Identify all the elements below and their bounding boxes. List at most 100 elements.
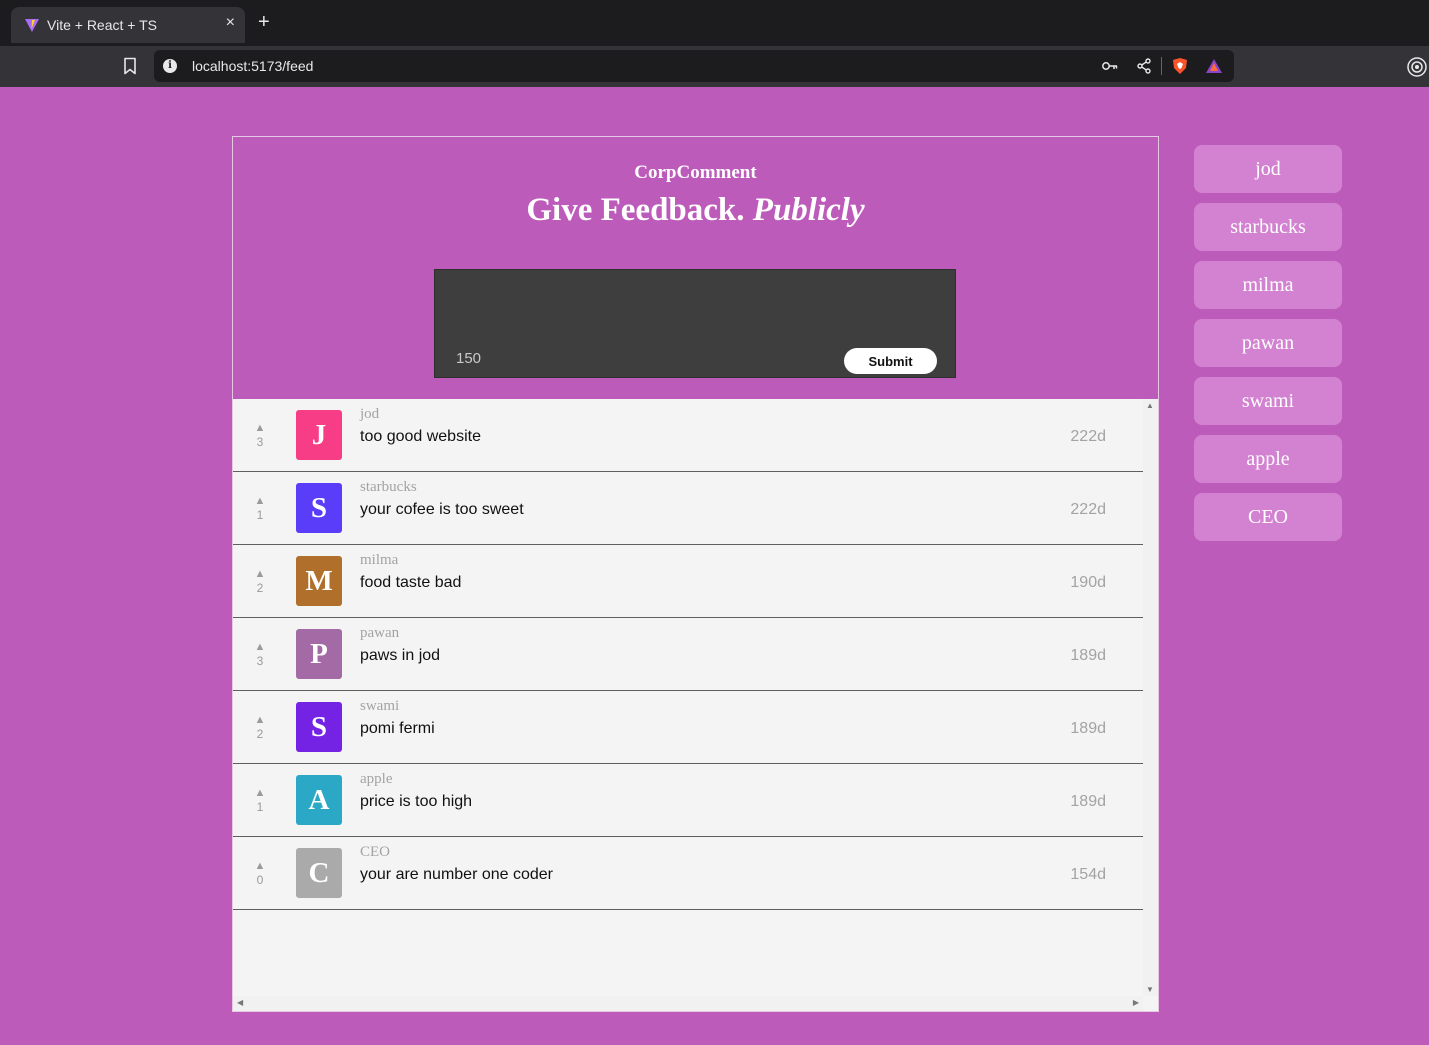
share-icon[interactable] <box>1135 57 1153 75</box>
submit-button[interactable]: Submit <box>844 348 937 374</box>
hashtag-button[interactable]: starbucks <box>1194 203 1342 251</box>
upvote-arrow-icon: ▲ <box>254 787 266 799</box>
hashtag-item: apple <box>1194 435 1342 483</box>
company-name: apple <box>360 771 393 787</box>
upvote-count: 0 <box>256 873 264 887</box>
feedback-text: your are number one coder <box>360 866 553 883</box>
feedback-textarea[interactable] <box>435 270 955 340</box>
company-name: milma <box>360 552 399 568</box>
browser-tab[interactable]: Vite + React + TS × <box>11 7 245 43</box>
vite-favicon-icon <box>25 19 39 32</box>
feedback-item[interactable]: ▲ 1 Aapple price is too high 189d <box>233 764 1143 837</box>
company-name: pawan <box>360 625 400 641</box>
upvote-arrow-icon: ▲ <box>254 568 266 580</box>
logo: CorpComment <box>634 162 757 183</box>
vpn-icon[interactable] <box>1406 56 1428 78</box>
company-badge: S <box>296 483 342 533</box>
hashtag-item: pawan <box>1194 319 1342 367</box>
feedback-list[interactable]: ▲ 3 Jjod too good website 222d ▲ 1 Sstarbucks yo… <box>233 399 1158 1011</box>
feedback-text: too good website <box>360 428 481 445</box>
hashtag-button[interactable]: CEO <box>1194 493 1342 541</box>
upvote-arrow-icon: ▲ <box>254 641 266 653</box>
days-ago: 189d <box>1070 647 1106 664</box>
upvote-count: 3 <box>256 654 264 668</box>
company-badge: J <box>296 410 342 460</box>
upvote-arrow-icon: ▲ <box>254 495 266 507</box>
upvote-count: 1 <box>256 508 264 522</box>
scroll-right-arrow-icon[interactable]: ▶ <box>1133 998 1139 1007</box>
feedback-item[interactable]: ▲ 1 Sstarbucks your cofee is too sweet 222d <box>233 472 1143 545</box>
feedback-text: price is too high <box>360 793 473 810</box>
company-name: swami <box>360 698 400 714</box>
hashtag-list: jod starbucks milma pawan swami apple CEO <box>1194 145 1342 551</box>
upvote-button[interactable]: ▲ 0 <box>251 860 269 888</box>
hashtag-item: milma <box>1194 261 1342 309</box>
upvote-button[interactable]: ▲ 1 <box>251 787 269 815</box>
upvote-arrow-icon: ▲ <box>254 860 266 872</box>
feedback-item[interactable]: ▲ 0 C CEO your are number one coder 154d <box>233 837 1143 910</box>
hashtag-button[interactable]: milma <box>1194 261 1342 309</box>
company-name: CEO <box>360 844 390 860</box>
company-name: jod <box>360 406 380 422</box>
brave-rewards-icon[interactable] <box>1205 57 1223 75</box>
horizontal-scrollbar[interactable]: ◀ ▶ <box>233 996 1143 1011</box>
upvote-count: 1 <box>256 800 264 814</box>
company-badge: S <box>296 702 342 752</box>
feedback-item[interactable]: ▲ 2 Sswami pomi fermi 189d <box>233 691 1143 764</box>
upvote-count: 2 <box>256 581 264 595</box>
days-ago: 222d <box>1070 428 1106 445</box>
scroll-down-arrow-icon[interactable]: ▼ <box>1146 985 1154 994</box>
company-badge: A <box>296 775 342 825</box>
upvote-button[interactable]: ▲ 3 <box>251 641 269 669</box>
header: CorpComment Give Feedback. Publicly 150 … <box>233 137 1158 399</box>
hashtag-button[interactable]: swami <box>1194 377 1342 425</box>
tab-close-icon[interactable]: × <box>226 14 235 32</box>
company-name: starbucks <box>360 479 417 495</box>
company-badge: M <box>296 556 342 606</box>
feedback-text: your cofee is too sweet <box>360 501 524 518</box>
feedback-item[interactable]: ▲ 2 Mmilma food taste bad 190d <box>233 545 1143 618</box>
hashtag-item: jod <box>1194 145 1342 193</box>
site-info-icon[interactable]: i <box>163 59 177 73</box>
upvote-button[interactable]: ▲ 3 <box>251 422 269 450</box>
hashtag-button[interactable]: jod <box>1194 145 1342 193</box>
browser-tabbar: Vite + React + TS × + <box>0 0 1429 46</box>
feedback-text: pomi fermi <box>360 720 435 737</box>
upvote-button[interactable]: ▲ 1 <box>251 495 269 523</box>
hashtag-button[interactable]: pawan <box>1194 319 1342 367</box>
days-ago: 222d <box>1070 501 1106 518</box>
app-container: CorpComment Give Feedback. Publicly 150 … <box>232 136 1159 1012</box>
upvote-count: 2 <box>256 727 264 741</box>
brave-shield-icon[interactable] <box>1171 57 1189 75</box>
page-heading: Give Feedback. Publicly <box>233 192 1158 229</box>
scroll-left-arrow-icon[interactable]: ◀ <box>237 998 243 1007</box>
upvote-button[interactable]: ▲ 2 <box>251 568 269 596</box>
days-ago: 189d <box>1070 793 1106 810</box>
feedback-form: 150 Submit <box>434 269 956 378</box>
scroll-up-arrow-icon[interactable]: ▲ <box>1146 401 1154 410</box>
hashtag-item: starbucks <box>1194 203 1342 251</box>
vertical-scrollbar[interactable]: ▲ ▼ <box>1143 399 1158 996</box>
new-tab-button[interactable]: + <box>258 12 270 32</box>
upvote-arrow-icon: ▲ <box>254 422 266 434</box>
company-badge: P <box>296 629 342 679</box>
feedback-item[interactable]: ▲ 3 Ppawan paws in jod 189d <box>233 618 1143 691</box>
hashtag-item: CEO <box>1194 493 1342 541</box>
char-counter: 150 <box>456 350 482 367</box>
upvote-button[interactable]: ▲ 2 <box>251 715 269 742</box>
feedback-item[interactable]: ▲ 3 Jjod too good website 222d <box>233 399 1143 472</box>
company-badge: C <box>296 848 342 898</box>
upvote-count: 3 <box>256 435 264 449</box>
hashtag-button[interactable]: apple <box>1194 435 1342 483</box>
tab-title: Vite + React + TS <box>47 17 157 33</box>
address-bar[interactable]: i localhost:5173/feed <box>154 50 1234 82</box>
days-ago: 190d <box>1070 574 1106 591</box>
feedback-text: paws in jod <box>360 647 441 664</box>
feedback-text: food taste bad <box>360 574 462 591</box>
days-ago: 154d <box>1070 866 1106 883</box>
browser-toolbar: i localhost:5173/feed <box>0 46 1429 87</box>
bookmark-icon[interactable] <box>122 57 138 75</box>
url-text[interactable]: localhost:5173/feed <box>192 58 313 74</box>
heading-main: Give Feedback. <box>526 192 745 228</box>
key-icon[interactable] <box>1101 57 1119 75</box>
